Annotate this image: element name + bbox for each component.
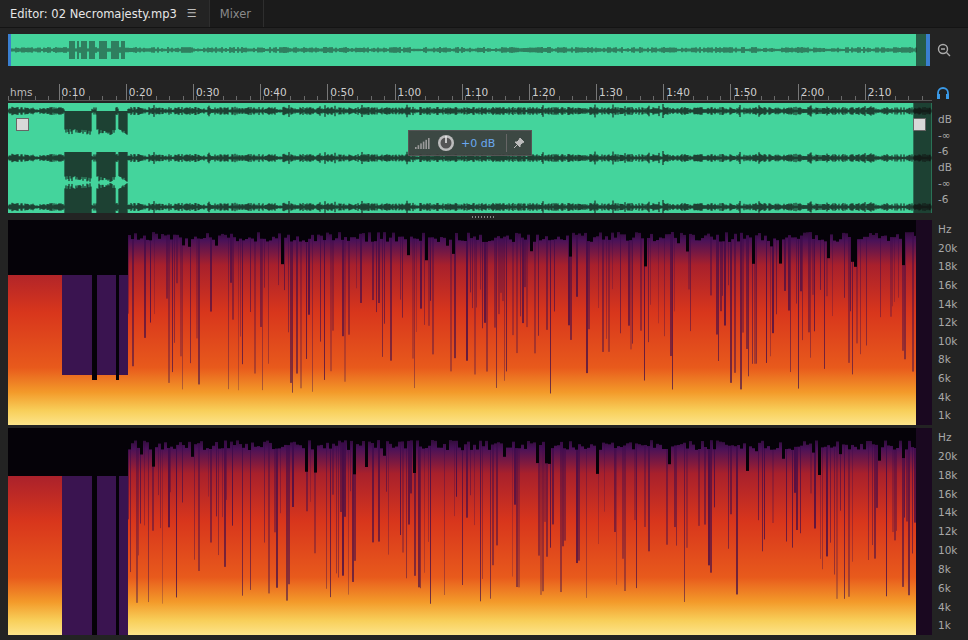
ruler-tick: 0:20 — [126, 84, 193, 100]
hz-label: 6k — [938, 373, 951, 384]
db-label: -6 — [938, 146, 948, 157]
hz-label: 20k — [938, 451, 957, 462]
hz-label: 14k — [938, 507, 957, 518]
ruler-tick: 2:00 — [798, 84, 865, 100]
hz-label: 10k — [938, 336, 957, 347]
tab-label: Mixer — [220, 7, 251, 21]
ruler-tick: 1:10 — [462, 84, 529, 100]
ruler-unit: hms — [8, 84, 59, 98]
waveform[interactable] — [8, 103, 932, 213]
volume-reading: +0 dB — [461, 137, 495, 150]
meter-icon — [415, 137, 431, 149]
hz-label: 4k — [938, 602, 951, 613]
audition-editor: Editor: 02 Necromajesty.mp3 ☰ Mixer hms0:10… — [0, 0, 968, 640]
hz-label: 8k — [938, 354, 951, 365]
headphones-icon[interactable] — [936, 86, 950, 100]
hz-label: 1k — [938, 410, 951, 421]
time-ruler[interactable]: hms0:100:200:300:400:501:001:101:201:301… — [8, 84, 932, 101]
fade-in-handle[interactable] — [16, 118, 29, 131]
hz-label: 12k — [938, 526, 957, 537]
spectrogram[interactable] — [8, 428, 932, 635]
hz-label: 8k — [938, 564, 951, 575]
spectrogram-row: Hz 20k 18k 16k 14k 12k 10k 8k 6k 4k 1k — [0, 220, 968, 425]
panel-divider[interactable] — [0, 213, 968, 220]
ruler-tick: 0:10 — [59, 84, 126, 100]
db-label: dB — [938, 114, 952, 125]
hz-label: 4k — [938, 392, 951, 403]
hz-label: 6k — [938, 583, 951, 594]
hz-scale: Hz 20k 18k 16k 14k 12k 10k 8k 6k 4k 1k — [936, 428, 968, 635]
ruler-tick: 1:00 — [395, 84, 462, 100]
tab-label: Editor: 02 Necromajesty.mp3 — [10, 7, 177, 21]
zoom-icon[interactable] — [936, 42, 952, 58]
volume-hud[interactable]: +0 dB — [408, 130, 532, 156]
ruler-tick: 1:50 — [730, 84, 797, 100]
db-label: -6 — [938, 194, 948, 205]
hz-label: 18k — [938, 261, 957, 272]
panel-tab[interactable]: Editor: 02 Necromajesty.mp3 ☰ — [0, 0, 210, 27]
ruler-tick: 1:20 — [529, 84, 596, 100]
ruler-tick: 2:10 — [865, 84, 932, 100]
pin-icon[interactable] — [513, 137, 525, 149]
hz-label: 10k — [938, 545, 957, 556]
hz-label: 16k — [938, 489, 957, 500]
overview-waveform[interactable] — [8, 34, 930, 66]
fade-out-handle[interactable] — [913, 118, 926, 131]
spectrogram[interactable] — [8, 220, 932, 425]
hz-label: 20k — [938, 243, 957, 254]
panel-tabs: Editor: 02 Necromajesty.mp3 ☰ Mixer — [0, 0, 968, 28]
db-label: dB — [938, 162, 952, 173]
hz-label: 12k — [938, 317, 957, 328]
overview-row — [0, 34, 968, 66]
ruler-tick: 1:40 — [663, 84, 730, 100]
panel-tab[interactable]: Mixer — [210, 0, 264, 27]
ruler-tick: 0:40 — [260, 84, 327, 100]
waveform-row: +0 dB dB -∞ -6 dB -∞ -6 — [0, 103, 968, 213]
time-ruler-row: hms0:100:200:300:400:501:001:101:201:301… — [0, 84, 968, 101]
db-label: -∞ — [938, 130, 951, 141]
hz-label: Hz — [938, 224, 951, 235]
ruler-tick: 1:30 — [596, 84, 663, 100]
db-label: -∞ — [938, 178, 951, 189]
hz-label: 1k — [938, 620, 951, 631]
hz-label: 18k — [938, 470, 957, 481]
volume-knob-icon[interactable] — [437, 134, 455, 152]
db-scale: dB -∞ -6 dB -∞ -6 — [936, 103, 968, 213]
hz-scale: Hz 20k 18k 16k 14k 12k 10k 8k 6k 4k 1k — [936, 220, 968, 425]
spectrogram-row: Hz 20k 18k 16k 14k 12k 10k 8k 6k 4k 1k — [0, 428, 968, 635]
ruler-tick: 0:30 — [193, 84, 260, 100]
hz-label: Hz — [938, 432, 951, 443]
hz-label: 14k — [938, 299, 957, 310]
ruler-tick: 0:50 — [327, 84, 394, 100]
hz-label: 16k — [938, 280, 957, 291]
tab-menu-icon[interactable]: ☰ — [187, 7, 197, 20]
